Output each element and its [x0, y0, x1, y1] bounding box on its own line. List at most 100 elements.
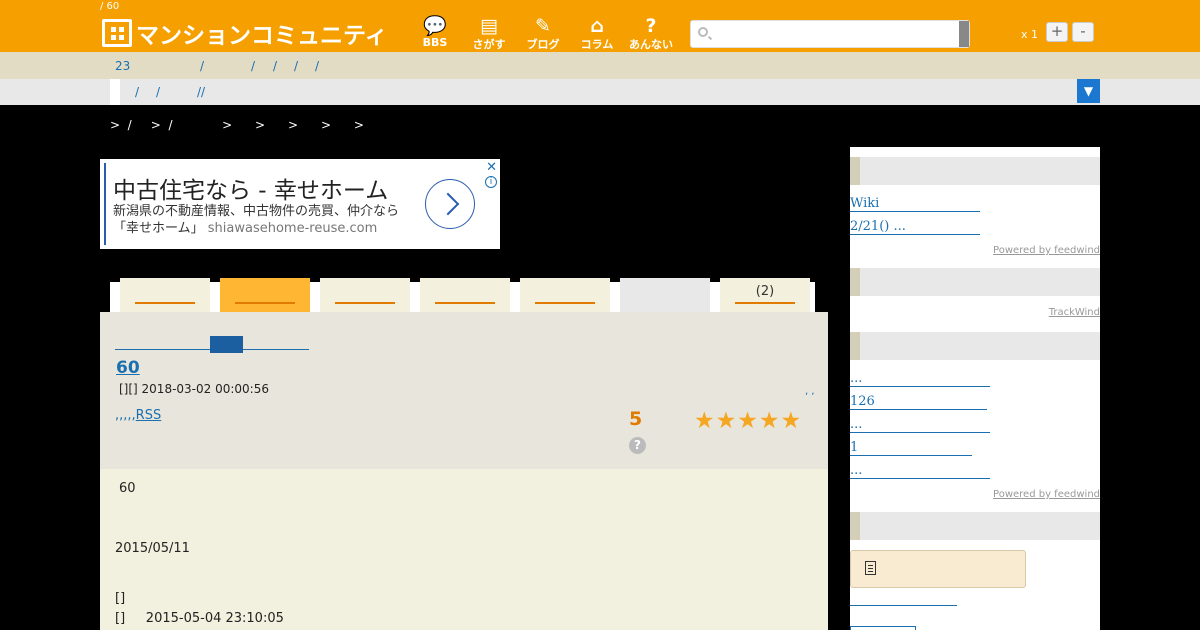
sidebar-feed-link[interactable]: 126	[850, 394, 987, 410]
post-meta: [][] 2018-03-02 00:00:56	[119, 382, 269, 396]
post-body	[100, 469, 828, 630]
category-link[interactable]: /	[156, 85, 160, 99]
category-link[interactable]: //	[197, 85, 205, 99]
document-button[interactable]	[850, 550, 1026, 588]
building-icon: ▤	[480, 15, 498, 37]
tab-underline	[235, 302, 295, 304]
area-link[interactable]: 23	[115, 59, 130, 73]
post-number: 60	[119, 481, 136, 496]
tab-label: (2)	[755, 284, 775, 299]
page-counter: / 60	[100, 1, 120, 12]
sidebar-heading	[850, 157, 1100, 185]
close-icon[interactable]: ✕	[486, 160, 497, 175]
ad-url: shiawasehome-reuse.com	[207, 221, 378, 236]
sidebar-heading	[850, 268, 1100, 296]
sidebar-bottom-link[interactable]	[850, 605, 957, 606]
sidebar-feed-link[interactable]: ...	[850, 371, 990, 387]
zoom-level: x 1	[1021, 28, 1039, 41]
sidebar-feed-link[interactable]: Wiki	[850, 196, 980, 212]
sidebar-feed-link[interactable]: 2/21() ...	[850, 219, 980, 235]
star-icon: ★	[715, 408, 737, 434]
ad-banner[interactable]: 中古住宅なら - 幸せホーム 新潟県の不動産情報、中古物件の売買、仲介なら「幸せ…	[100, 159, 500, 249]
info-icon[interactable]: i	[485, 176, 497, 188]
sidebar-feed-link[interactable]: ...	[850, 463, 990, 479]
rss-link[interactable]: RSS	[136, 408, 162, 423]
star-icon: ★	[780, 408, 802, 434]
nav-bbs[interactable]: 💬 BBS	[408, 16, 462, 52]
category-link[interactable]: /	[135, 85, 139, 99]
area-nav: 23 / / / / /	[0, 52, 1200, 79]
sidebar-feed-link[interactable]: 1	[850, 440, 972, 456]
tab-3[interactable]	[320, 278, 410, 312]
powered-by-link[interactable]: Powered by feedwind	[993, 489, 1100, 500]
main-nav: 💬 BBS ▤ さがす ✎ ブログ ⌂ コラム ? あんない	[408, 16, 678, 52]
site-header: / 60 マンションコミュニティ 💬 BBS ▤ さがす ✎ ブログ ⌂ コラム	[0, 0, 1200, 52]
site-logo[interactable]: マンションコミュニティ	[102, 18, 388, 49]
pen-icon: ✎	[535, 15, 551, 37]
sidebar-badge-image	[850, 626, 916, 630]
post-title[interactable]: 60	[116, 358, 140, 378]
nav-guide[interactable]: ? あんない	[624, 16, 678, 52]
page: / 60 マンションコミュニティ 💬 BBS ▤ さがす ✎ ブログ ⌂ コラム	[0, 0, 1200, 630]
tab-2-active[interactable]	[220, 278, 310, 312]
zoom-out-button[interactable]: -	[1072, 22, 1094, 42]
ad-accent	[104, 163, 106, 245]
post-bracket: []	[115, 591, 126, 606]
chevron-right-icon[interactable]	[425, 179, 475, 229]
area-link[interactable]: /	[315, 59, 319, 73]
nav-blog[interactable]: ✎ ブログ	[516, 16, 570, 52]
tab-7[interactable]: (2)	[720, 278, 810, 312]
nav-label: BBS	[422, 36, 448, 49]
star-icon: ★	[737, 408, 758, 434]
nav-label: さがす	[472, 38, 506, 51]
post-timestamp: [] 2015-05-04 23:10:05	[115, 611, 284, 626]
search-input[interactable]	[713, 23, 953, 45]
tab-underline	[735, 302, 795, 304]
search-box	[690, 20, 970, 48]
tab-4[interactable]	[420, 278, 510, 312]
sidebar: Wiki 2/21() ... Powered by feedwind Trac…	[850, 147, 1100, 630]
nav-column[interactable]: ⌂ コラム	[570, 16, 624, 52]
question-icon: ?	[645, 15, 657, 37]
tab-underline	[435, 302, 495, 304]
star-icon: ★	[758, 408, 780, 434]
nav-label: ブログ	[526, 38, 560, 51]
post-links: ,,,,,RSS	[115, 408, 161, 423]
tab-1[interactable]	[120, 278, 210, 312]
nav-search[interactable]: ▤ さがす	[462, 16, 516, 52]
zoom-in-button[interactable]: +	[1046, 22, 1068, 42]
category-dropdown-toggle[interactable]: ▼	[1077, 79, 1100, 103]
area-link[interactable]: /	[251, 59, 255, 73]
star-rating: ★★★★★	[694, 408, 802, 434]
search-button[interactable]	[959, 21, 969, 47]
nav-label: コラム	[580, 38, 614, 51]
tab-5[interactable]	[520, 278, 610, 312]
star-icon: ★	[694, 408, 715, 434]
area-link[interactable]: /	[294, 59, 298, 73]
help-icon[interactable]: ?	[629, 437, 646, 454]
post-links-prefix[interactable]: ,,,,,	[115, 408, 136, 423]
nav-label: あんない	[629, 38, 673, 51]
powered-by-link[interactable]: Powered by feedwind	[993, 245, 1100, 256]
trackwind-link[interactable]: TrackWind	[1049, 307, 1100, 318]
speech-bubble-icon: 💬	[423, 15, 447, 37]
area-link[interactable]: /	[273, 59, 277, 73]
document-icon	[865, 561, 876, 575]
rating-score: 5	[629, 408, 643, 430]
category-nav-spacer	[110, 79, 120, 105]
building-logo-icon	[102, 19, 132, 47]
tab-underline	[135, 302, 195, 304]
tab-underline	[535, 302, 595, 304]
sidebar-heading	[850, 512, 1100, 540]
search-icon	[698, 27, 708, 37]
logo-text: マンションコミュニティ	[136, 23, 388, 49]
tab-6-disabled	[620, 278, 710, 312]
sidebar-heading	[850, 332, 1100, 360]
sidebar-feed-link[interactable]: ...	[850, 417, 990, 433]
breadcrumb: > / > / > > > > >	[110, 118, 364, 132]
area-link[interactable]: /	[200, 59, 204, 73]
post-extra-links[interactable]: , ,	[805, 386, 815, 397]
section-badge	[210, 336, 243, 353]
house-icon: ⌂	[590, 15, 604, 37]
ad-title[interactable]: 中古住宅なら - 幸せホーム	[113, 171, 388, 205]
